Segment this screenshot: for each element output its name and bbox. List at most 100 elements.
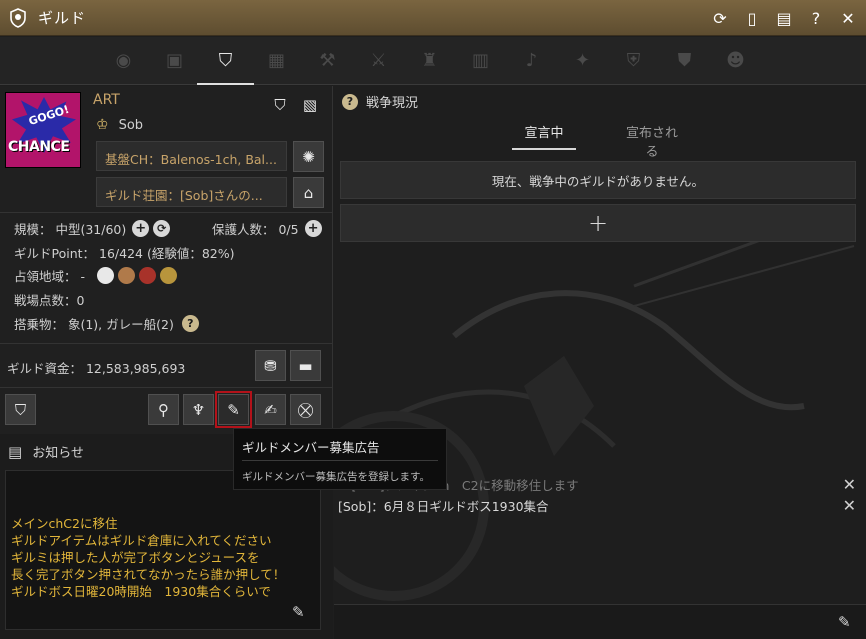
leave-guild-button[interactable]: ⛒ [290,394,321,425]
battle-points: 戦場点数：0 [14,293,85,308]
notice-line: ギルドボス日曜20時開始 1930集合くらいで [11,584,271,599]
crossed-swords-icon: ⚔ [370,50,387,71]
guild-estate-field: ギルド荘園：[Sob]さんの... [96,177,287,207]
tooltip-divider [242,460,438,461]
war-status-header: ? 戦争現況 [342,92,418,111]
tab-emblem[interactable]: ◉ [98,37,149,85]
sparkle-icon: ✺ [302,147,315,166]
notice-icon: ▤ [8,442,23,461]
quest-icon: ▦ [267,50,285,71]
shield-icon: ⛊ [677,50,692,71]
base-channel-field: 基盤CH：Balenos-1ch, Bal... [96,141,287,171]
crest-icon: ⛉ [14,400,27,419]
tab-quest[interactable]: ▦ [251,37,302,85]
tab-members[interactable]: ▣ [149,37,200,85]
house-icon: ⌂ [303,183,314,202]
guild-emblem-button[interactable]: ♆ [183,394,214,425]
estate-button[interactable]: ⌂ [293,177,324,208]
scroll-icon: ▥ [471,50,489,71]
emblem-icon: ◉ [115,50,132,71]
tab-craft[interactable]: ⚒ [302,37,353,85]
tooltip-description: ギルドメンバー募集広告を登録します。 [242,471,430,483]
chat-edit-icon[interactable]: ✎ [838,613,851,631]
territory: 占領地域： - [14,266,177,285]
guild-tab-bar: ◉ ▣ ⛉ ▦ ⚒ ⚔ ♜ ▥ ♪ ✦ ⛨ ⛊ ☻ [0,37,866,85]
close-icon[interactable]: ✕ [836,6,860,30]
title-bar: ギルド ⟳ ▯ ▤ ? ✕ [0,0,866,36]
phone-icon[interactable]: ▯ [740,6,764,30]
tab-alerts[interactable]: ♪ [506,37,557,85]
chat-input[interactable]: ✎ [334,604,866,639]
notice-title: お知らせ [32,446,84,461]
territory-icon-1[interactable] [96,267,114,284]
members-icon: ▣ [165,50,183,71]
funds-manage-button[interactable]: ⛃ [255,350,286,381]
help-icon[interactable]: ? [804,6,828,30]
castle-icon: ♜ [421,50,438,71]
refresh-size-icon[interactable]: ⟳ [153,220,171,237]
mounts-help-icon[interactable]: ? [181,315,199,332]
tab-armor[interactable]: ⛨ [608,37,659,85]
guild-window: ギルド ⟳ ▯ ▤ ? ✕ ◉ ▣ ⛉ ▦ ⚒ ⚔ ♜ ▥ ♪ ✦ ⛨ ⛊ ☻ … [0,0,866,639]
wings-icon: ✦ [574,50,591,71]
guild-crest-icon: ⛉ [218,50,233,71]
feather-icon: ✎ [227,400,240,419]
craft-icon: ⚒ [319,50,336,71]
mounts-text: 搭乗物： 象(1), ガレー船(2) [14,317,174,332]
war-panel: ? 戦争現況 宣言中 宣布される 現在、戦争中のギルドがありません。 + N [… [334,86,866,639]
guild-shield-icon[interactable]: ⛉ [269,94,291,116]
close-message-icon[interactable]: ✕ [843,496,856,515]
territory-icon-3[interactable] [138,267,156,284]
guild-points: ギルドPoint： 16/424 (経験値：82%) [14,246,235,261]
tab-received[interactable]: 宣布される [620,122,684,160]
tab-guild[interactable]: ⛉ [197,37,254,85]
edit-notice-icon[interactable]: ✎ [292,603,305,621]
recruit-ad-button[interactable]: ✎ [215,391,252,428]
document-icon[interactable]: ▤ [772,6,796,30]
guild-crest-button[interactable]: ⛉ [5,394,36,425]
tab-castle[interactable]: ♜ [404,37,455,85]
add-protect-button[interactable]: + [304,220,322,237]
close-message-icon[interactable]: ✕ [843,475,856,494]
search-people-icon: ⚲ [158,400,169,419]
tab-history[interactable]: ▥ [455,37,506,85]
war-help-icon[interactable]: ? [342,93,358,110]
war-empty-message: 現在、戦争中のギルドがありません。 [340,161,856,199]
guild-size: 規模： 中型(31/60) + ⟳ [14,219,171,238]
coins-icon: ⛃ [264,356,277,375]
territory-icon-2[interactable] [117,267,135,284]
recruit-ad-tooltip: ギルドメンバー募集広告 ギルドメンバー募集広告を登録します。 [233,428,447,490]
expand-size-button[interactable]: + [132,220,150,237]
wing-crest-icon: ♆ [191,400,206,419]
tab-alliance[interactable]: ⛊ [659,37,710,85]
notice-header: ▤ お知らせ [8,442,84,462]
territory-icon-4[interactable] [159,267,177,284]
protect-count: 保護人数： 0/5 + [212,219,322,238]
notice-body: メインchC2に移住 ギルドアイテムはギルド倉庫に入れてください ギルミは押した… [5,470,321,630]
mask-icon: ☻ [726,50,745,71]
guild-rules-icon[interactable]: ▧ [299,94,321,116]
armor-icon: ⛨ [626,50,641,71]
guild-storage-button[interactable]: ▬ [290,350,321,381]
tab-battle[interactable]: ⚔ [353,37,404,85]
edit-notice-button[interactable]: ✍ [255,394,286,425]
window-title: ギルド [38,9,87,27]
refresh-icon[interactable]: ⟳ [708,6,732,30]
protect-count-text: 保護人数： 0/5 [212,222,299,237]
divider [0,343,333,344]
guild-size-text: 規模： 中型(31/60) [14,222,127,237]
tab-declared[interactable]: 宣言中 [512,122,576,150]
declare-war-button[interactable]: + [340,204,856,242]
guild-master-name: Sob [118,117,144,133]
chest-icon: ▬ [298,356,313,375]
war-status-title: 戦争現況 [366,96,419,111]
shield-x-icon: ⛒ [297,400,314,419]
crown-icon: ♔ [96,117,109,133]
guild-funds: ギルド資金： 12,583,985,693 [7,361,186,376]
channel-select-button[interactable]: ✺ [293,141,324,172]
divider [0,387,333,388]
member-search-button[interactable]: ⚲ [148,394,179,425]
divider [0,212,333,213]
tab-league[interactable]: ✦ [557,37,608,85]
tab-pets[interactable]: ☻ [710,37,761,85]
